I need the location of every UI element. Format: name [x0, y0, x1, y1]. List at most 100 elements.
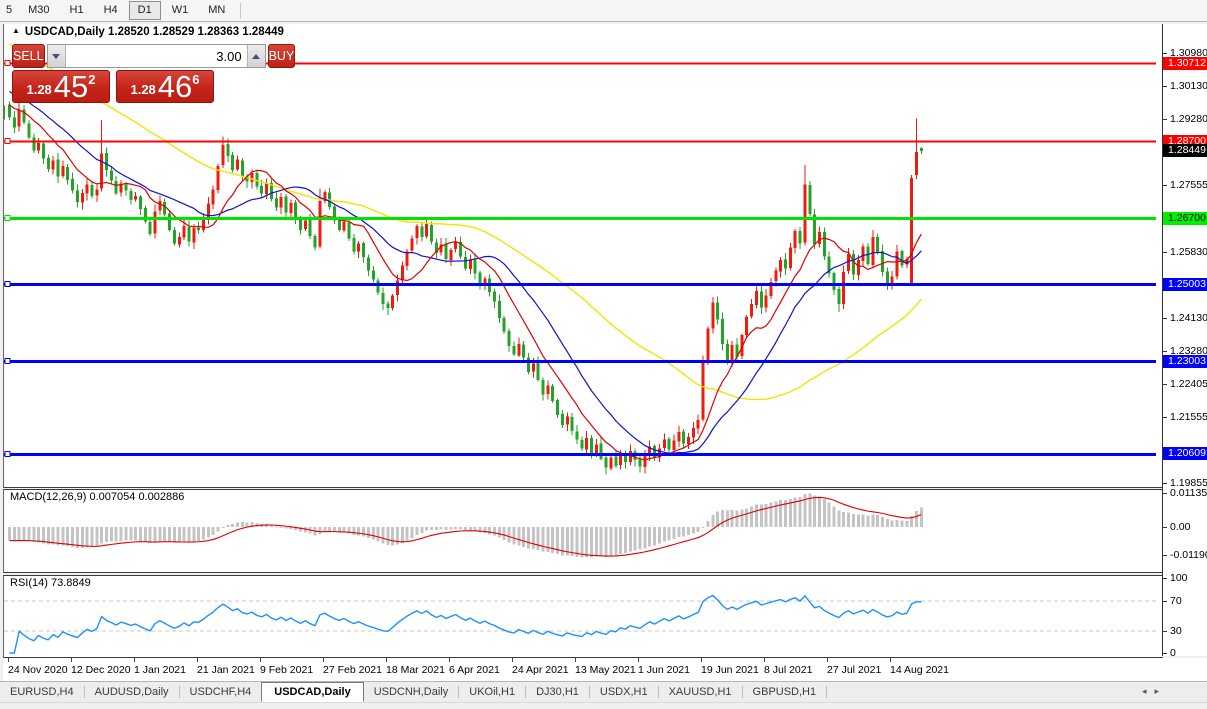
price-tick — [1163, 252, 1167, 254]
date-label: 13 May 2021 — [575, 664, 636, 676]
date-label: 1 Jan 2021 — [134, 664, 186, 676]
chart-tab-ukoil-h1[interactable]: UKOil,H1 — [459, 682, 525, 702]
volume-spinner — [46, 44, 266, 68]
price-tick — [1163, 317, 1167, 319]
hline-1.267[interactable] — [4, 215, 1156, 221]
macd-name: MACD(12,26,9) — [10, 491, 87, 503]
date-tick — [575, 658, 576, 662]
date-label: 9 Feb 2021 — [260, 664, 314, 676]
date-label: 21 Jan 2021 — [197, 664, 255, 676]
hline-1.25003[interactable] — [4, 281, 1156, 287]
rsi-line — [9, 594, 922, 654]
date-tick — [764, 658, 765, 662]
chart-tab-eurusd-h4[interactable]: EURUSD,H4 — [0, 682, 84, 702]
rsi-scale-tick — [1163, 600, 1167, 602]
timeframe-button-H4[interactable]: H4 — [95, 1, 127, 20]
rsi-scale-label: 100 — [1170, 572, 1188, 584]
price-level-badge: 1.28449 — [1163, 144, 1207, 158]
date-label: 1 Jun 2021 — [638, 664, 690, 676]
price-tick — [1163, 417, 1167, 419]
timeframe-button-D1[interactable]: D1 — [128, 1, 161, 20]
price-tick-label: 1.27555 — [1170, 179, 1207, 192]
timeframe-button-M30[interactable]: M30 — [19, 1, 58, 20]
chart-tab-usdcnh-daily[interactable]: USDCNH,Daily — [364, 682, 459, 702]
bid-prefix: 1.28 — [26, 82, 52, 97]
price-tick — [1163, 482, 1167, 484]
date-tick — [890, 658, 891, 662]
volume-increase-button[interactable] — [246, 45, 265, 67]
chart-tab-dj30-h1[interactable]: DJ30,H1 — [526, 682, 589, 702]
date-tick — [827, 658, 828, 662]
price-level-badge: 1.20609 — [1163, 447, 1207, 461]
toolbar-separator — [240, 2, 242, 19]
macd-scale-label: 0.01135 — [1170, 487, 1207, 499]
date-label: 8 Jul 2021 — [764, 664, 813, 676]
bid-price-box[interactable]: 1.28 45 2 — [12, 70, 110, 103]
rsi-scale-tick — [1163, 653, 1167, 654]
timeframe-button-MN[interactable]: MN — [199, 1, 234, 20]
buy-button[interactable]: BUY — [267, 44, 296, 68]
tab-scroll-right-icon[interactable]: ▸ — [1154, 686, 1167, 696]
date-tick — [638, 658, 639, 662]
tab-separator — [826, 686, 828, 698]
date-label: 27 Feb 2021 — [323, 664, 382, 676]
ask-pip-digit: 6 — [192, 72, 200, 87]
tab-scroll-left-icon[interactable]: ◂ — [1142, 686, 1155, 696]
chart-tab-audusd-daily[interactable]: AUDUSD,Daily — [85, 682, 179, 702]
volume-decrease-button[interactable] — [47, 45, 66, 67]
chart-tab-usdchf-h4[interactable]: USDCHF,H4 — [180, 682, 262, 702]
rsi-value: 73.8849 — [50, 577, 91, 589]
time-axis: 24 Nov 2020 12 Dec 2020 1 Jan 2021 21 Jan 2… — [3, 658, 1207, 681]
price-level-badge: 1.25003 — [1163, 277, 1207, 291]
price-tick-label: 1.25830 — [1170, 246, 1207, 259]
date-tick — [701, 658, 702, 662]
price-tick — [1163, 85, 1167, 87]
hline-1.20609[interactable] — [4, 451, 1156, 457]
rsi-label: RSI(14) 73.8849 — [10, 577, 91, 589]
rsi-indicator — [4, 594, 1156, 654]
price-level-badge: 1.26700 — [1163, 211, 1207, 225]
chart-ohlc-values: 1.28520 1.28529 1.28363 1.28449 — [108, 26, 284, 38]
timeframe-button-5[interactable]: 5 — [1, 1, 17, 20]
hline-1.23003[interactable] — [4, 358, 1156, 364]
chart-tab-usdx-h1[interactable]: USDX,H1 — [590, 682, 658, 702]
macd-scale-label: 0.00 — [1170, 520, 1191, 533]
date-label: 24 Apr 2021 — [512, 664, 569, 676]
macd-scale-tick — [1163, 555, 1167, 556]
price-level-badge: 1.23003 — [1163, 354, 1207, 368]
price-tick-label: 1.29280 — [1170, 112, 1207, 125]
date-tick — [323, 658, 324, 662]
chart-tab-gbpusd-h1[interactable]: GBPUSD,H1 — [743, 682, 827, 702]
hline-1.287[interactable] — [4, 138, 1156, 144]
price-tick-label: 1.21555 — [1170, 411, 1207, 424]
ma-fast-line — [9, 104, 922, 461]
rsi-scale-label: 30 — [1170, 624, 1182, 637]
collapse-triangle-icon[interactable]: ▲ — [12, 26, 20, 35]
chart-tab-xauusd-h1[interactable]: XAUUSD,H1 — [659, 682, 742, 702]
bid-pip-digit: 2 — [88, 72, 96, 87]
ask-big-digits: 46 — [157, 69, 193, 104]
date-label: 12 Dec 2020 — [71, 664, 131, 676]
date-label: 14 Aug 2021 — [890, 664, 949, 676]
volume-input[interactable] — [65, 45, 247, 67]
date-tick — [134, 658, 135, 662]
chart-tab-usdcad-daily[interactable]: USDCAD,Daily — [261, 682, 364, 702]
rsi-panel[interactable] — [3, 575, 1163, 658]
date-tick — [197, 658, 198, 662]
price-tick-label: 1.22405 — [1170, 378, 1207, 391]
timeframe-button-W1[interactable]: W1 — [163, 1, 198, 20]
chart-symbol-label: USDCAD,Daily — [24, 26, 105, 38]
timeframe-button-H1[interactable]: H1 — [61, 1, 93, 20]
ask-prefix: 1.28 — [130, 82, 156, 97]
sell-button[interactable]: SELL — [12, 44, 45, 68]
rsi-name: RSI(14) — [10, 577, 48, 589]
ask-price-box[interactable]: 1.28 46 6 — [116, 70, 214, 103]
date-tick — [512, 658, 513, 662]
date-tick — [260, 658, 261, 662]
date-label: 24 Nov 2020 — [8, 664, 68, 676]
price-tick-label: 1.30130 — [1170, 79, 1207, 92]
bid-big-digits: 45 — [53, 69, 89, 104]
date-label: 19 Jun 2021 — [701, 664, 759, 676]
date-tick — [386, 658, 387, 662]
macd-scale-tick — [1163, 493, 1167, 494]
